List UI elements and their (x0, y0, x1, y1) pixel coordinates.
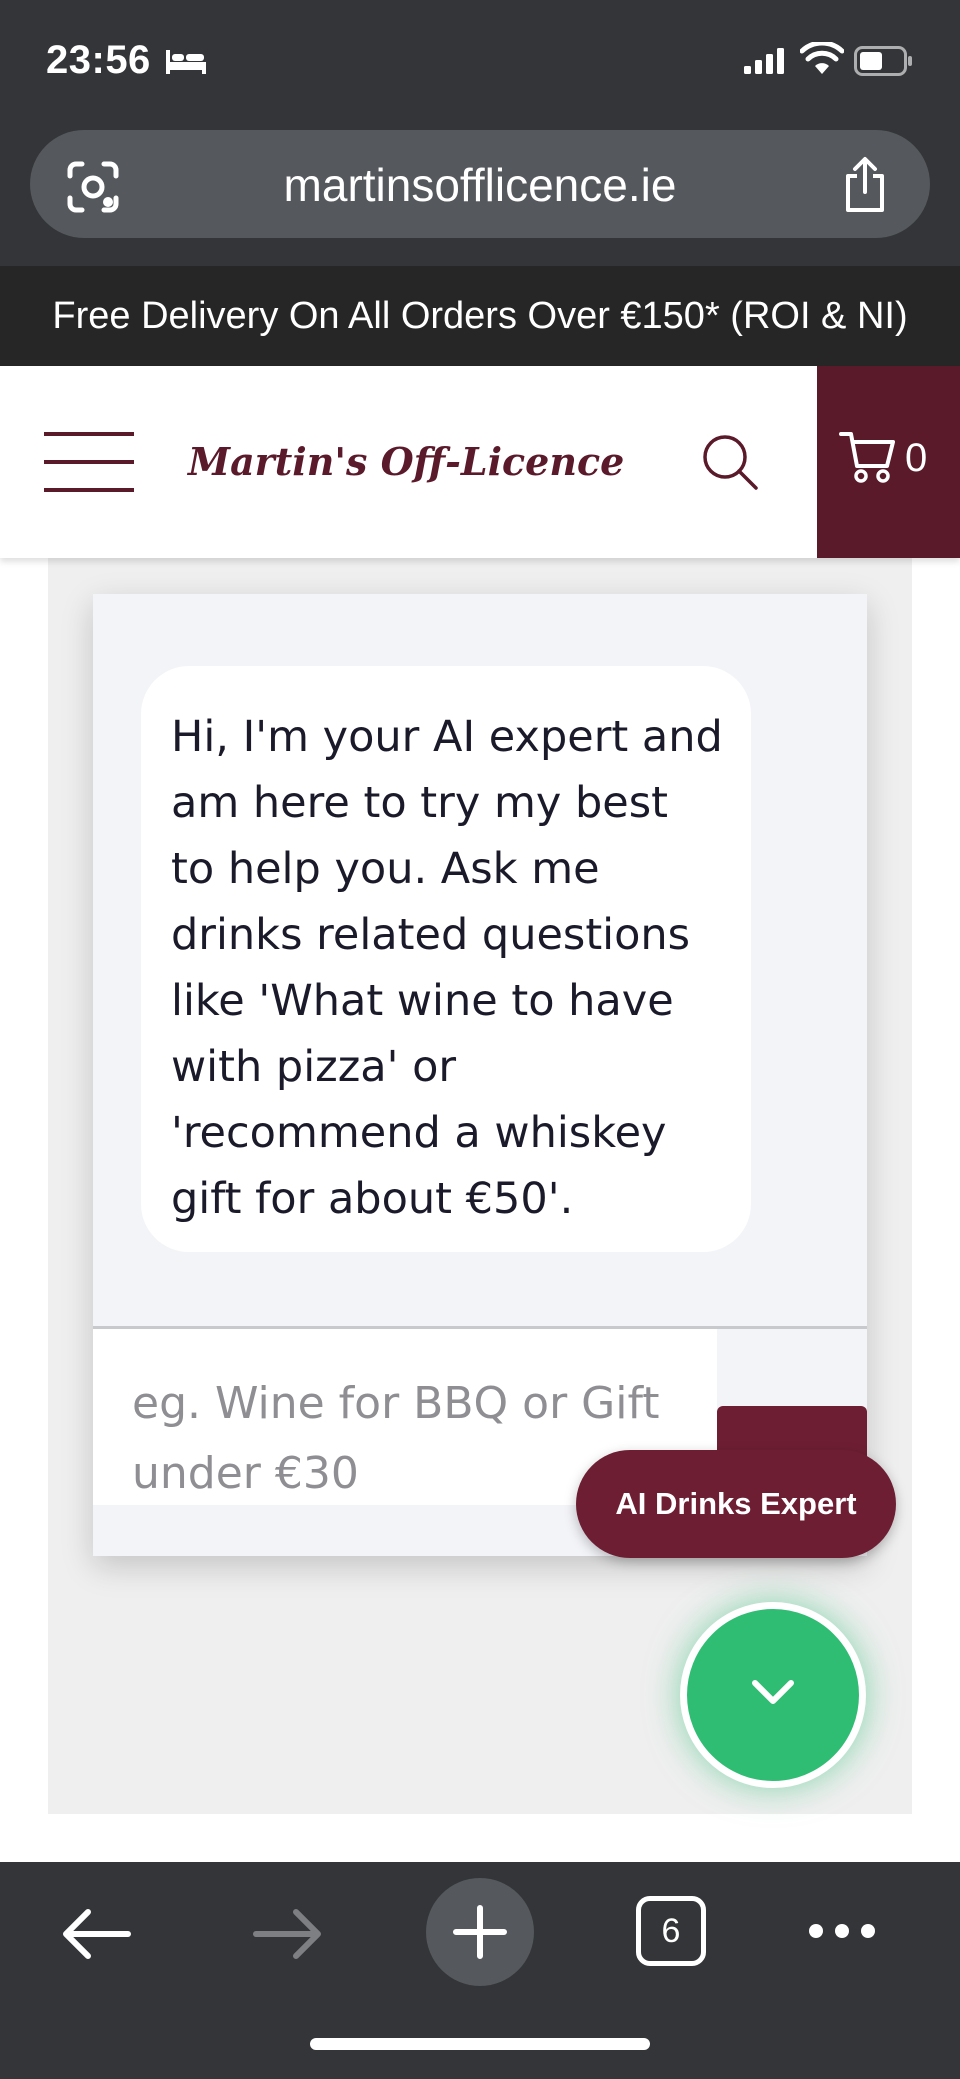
browser-address-area: martinsofflicence.ie (0, 124, 960, 266)
ai-chat-panel: Hi, I'm your AI expert and am here to tr… (93, 594, 867, 1556)
status-time: 23:56 (46, 38, 151, 82)
assistant-message-bubble: Hi, I'm your AI expert and am here to tr… (141, 666, 751, 1252)
new-tab-button[interactable] (426, 1878, 534, 1986)
status-bar: 23:56 (0, 0, 960, 124)
tab-switcher-button[interactable]: 6 (636, 1896, 706, 1966)
wifi-icon (800, 42, 844, 74)
collapse-chat-button[interactable] (680, 1602, 866, 1788)
hamburger-menu-icon[interactable] (44, 430, 134, 494)
forward-arrow-icon[interactable] (250, 1904, 326, 1964)
browser-toolbar: 6 (0, 1862, 960, 2079)
cart-button[interactable]: 0 (817, 366, 960, 558)
back-arrow-icon[interactable] (58, 1904, 134, 1964)
cart-count-badge: 0 (905, 436, 928, 480)
ai-drinks-expert-button[interactable]: AI Drinks Expert (576, 1450, 896, 1558)
battery-icon (854, 46, 912, 76)
url-text[interactable]: martinsofflicence.ie (30, 158, 930, 212)
search-icon[interactable] (700, 432, 760, 492)
share-icon[interactable] (840, 156, 890, 214)
cart-icon (839, 432, 895, 483)
promo-banner: Free Delivery On All Orders Over €150* (… (0, 266, 960, 366)
cellular-signal-icon (744, 48, 784, 74)
chevron-down-icon (752, 1680, 794, 1704)
sleep-mode-icon (166, 50, 206, 74)
site-header: Martin's Off-Licence 0 (0, 366, 960, 558)
more-options-icon[interactable] (806, 1918, 878, 1944)
plus-icon (453, 1905, 507, 1959)
address-bar[interactable]: martinsofflicence.ie (30, 130, 930, 238)
site-logo[interactable]: Martin's Off-Licence (188, 432, 624, 492)
home-indicator (310, 2038, 650, 2050)
